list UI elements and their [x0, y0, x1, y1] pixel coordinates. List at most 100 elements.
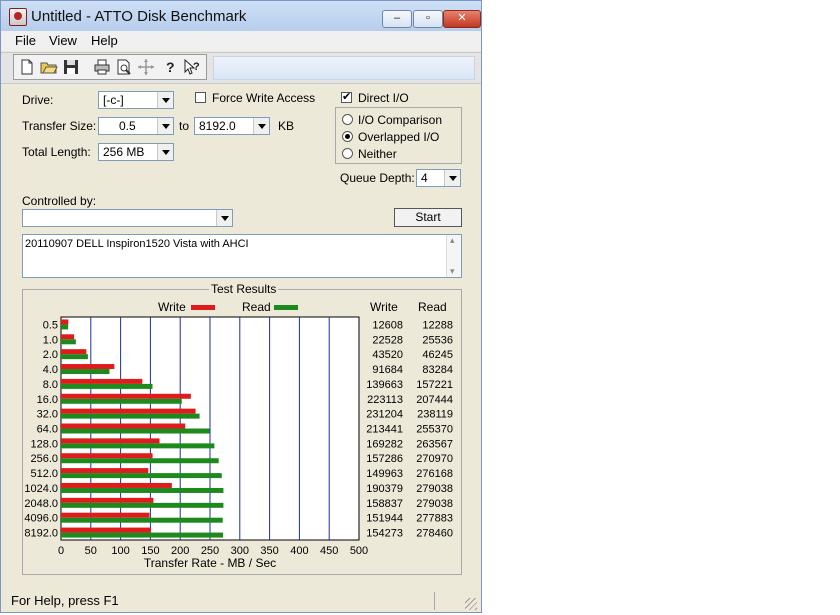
to-label: to: [179, 119, 190, 133]
write-bar: [61, 364, 115, 370]
write-value: 91684: [372, 364, 403, 376]
transfer-rate-chart: 0 50 100 150 200 250 300 350 400 450 500Transfer R…: [24, 316, 453, 570]
write-bar: [61, 378, 143, 384]
y-tick-label: 512.0: [30, 468, 58, 480]
read-bar: [61, 487, 224, 493]
neither-radio[interactable]: [342, 148, 353, 159]
write-value: 154273: [366, 528, 403, 540]
y-tick-label: 1.0: [43, 334, 58, 346]
y-tick-label: 8192.0: [24, 528, 58, 540]
description-text: 20110907 DELL Inspiron1520 Vista with AH…: [25, 238, 249, 250]
toolbar-buttons: ? ?: [13, 54, 207, 80]
read-value: 157221: [416, 379, 453, 391]
y-tick-label: 16.0: [37, 394, 58, 406]
minimize-icon: –: [393, 12, 401, 24]
settings-panel: Drive: [-c-] Force Write Access Direct I…: [11, 83, 473, 579]
total-length-value: 256 MB: [103, 145, 145, 159]
context-help-icon[interactable]: ?: [182, 57, 202, 77]
y-tick-label: 2.0: [43, 349, 58, 361]
write-value: 139663: [366, 379, 403, 391]
y-tick-label: 256.0: [30, 453, 58, 465]
y-tick-label: 4096.0: [24, 513, 58, 525]
write-bar: [61, 497, 154, 503]
queue-depth-select[interactable]: 4: [416, 169, 461, 187]
menu-help[interactable]: Help: [91, 33, 118, 48]
write-bar: [61, 349, 87, 355]
status-separator: [434, 592, 435, 610]
x-tick-label: 450: [320, 545, 338, 557]
overlapped-io-label: Overlapped I/O: [358, 130, 440, 144]
close-button[interactable]: ✕: [443, 10, 481, 28]
read-bar: [61, 532, 224, 538]
controlled-by-select[interactable]: [22, 209, 233, 227]
chevron-down-icon: [157, 118, 173, 134]
drive-value: [-c-]: [103, 93, 124, 107]
start-button[interactable]: Start: [394, 208, 462, 227]
transfer-size-from-select[interactable]: 0.5: [98, 117, 174, 135]
direct-io-checkbox[interactable]: [341, 90, 352, 103]
y-tick-label: 1024.0: [24, 483, 58, 495]
menu-file[interactable]: File: [15, 33, 36, 48]
write-bar: [61, 482, 172, 488]
chevron-down-icon: [253, 118, 269, 134]
total-length-select[interactable]: 256 MB: [98, 143, 174, 161]
write-value: 149963: [366, 468, 403, 480]
read-bar: [61, 369, 110, 375]
transfer-from-value: 0.5: [119, 119, 136, 133]
title-bar[interactable]: Untitled - ATTO Disk Benchmark – ▫ ✕: [1, 1, 481, 32]
force-write-checkbox[interactable]: [195, 92, 206, 103]
controlled-by-label: Controlled by:: [22, 194, 97, 208]
move-icon[interactable]: [136, 57, 156, 77]
app-icon: [9, 8, 27, 26]
print-preview-icon[interactable]: [114, 57, 134, 77]
maximize-button[interactable]: ▫: [413, 10, 443, 28]
read-value: 279038: [416, 483, 453, 495]
y-tick-label: 2048.0: [24, 498, 58, 510]
test-results-group: Test Results Write Read Write Read 0 50 10…: [22, 282, 462, 575]
direct-io-label: Direct I/O: [358, 91, 409, 105]
chevron-down-icon: [157, 92, 173, 108]
open-icon[interactable]: [39, 57, 59, 77]
menu-view[interactable]: View: [49, 33, 77, 48]
print-icon[interactable]: [92, 57, 112, 77]
y-tick-label: 4.0: [43, 364, 58, 376]
window-title: Untitled - ATTO Disk Benchmark: [31, 8, 247, 25]
read-value: 238119: [417, 409, 453, 421]
chevron-down-icon: [444, 170, 460, 186]
description-scrollbar[interactable]: [446, 235, 461, 277]
overlapped-io-radio[interactable]: [342, 131, 353, 142]
x-axis-label: Transfer Rate - MB / Sec: [144, 556, 276, 570]
read-value: 83284: [422, 364, 453, 376]
save-icon[interactable]: [61, 57, 81, 77]
queue-depth-label: Queue Depth:: [340, 171, 415, 185]
read-bar: [61, 339, 76, 345]
description-textarea[interactable]: 20110907 DELL Inspiron1520 Vista with AH…: [22, 234, 462, 278]
write-value: 43520: [372, 349, 403, 361]
x-tick-label: 500: [350, 545, 368, 557]
write-bar: [61, 423, 186, 429]
help-icon[interactable]: ?: [160, 57, 180, 77]
transfer-size-to-select[interactable]: 8192.0: [194, 117, 270, 135]
chevron-down-icon: [157, 144, 173, 160]
read-value: 46245: [422, 349, 453, 361]
write-bar: [61, 408, 196, 414]
status-text: For Help, press F1: [11, 593, 119, 608]
io-comparison-radio[interactable]: [342, 114, 353, 125]
read-value: 277883: [416, 513, 453, 525]
x-tick-label: 50: [85, 545, 97, 557]
new-icon[interactable]: [17, 57, 37, 77]
io-comparison-label: I/O Comparison: [358, 113, 443, 127]
resize-grip-icon[interactable]: [465, 598, 477, 610]
y-tick-label: 8.0: [43, 379, 58, 391]
svg-text:?: ?: [193, 61, 200, 73]
write-value: 151944: [366, 513, 403, 525]
write-bar: [61, 468, 149, 474]
drive-label: Drive:: [22, 93, 54, 107]
kb-label: KB: [278, 119, 295, 133]
minimize-button[interactable]: –: [382, 10, 412, 28]
write-bar: [61, 393, 191, 399]
read-value: 263567: [416, 438, 453, 450]
drive-select[interactable]: [-c-]: [98, 91, 174, 109]
read-value: 255370: [416, 424, 453, 436]
write-value: 158837: [366, 498, 403, 510]
